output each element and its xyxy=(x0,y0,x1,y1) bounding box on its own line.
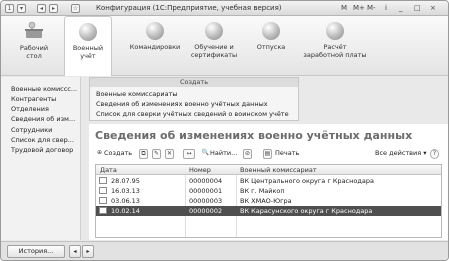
section-icon xyxy=(205,22,223,40)
row-date: 16.03.13 xyxy=(111,187,140,195)
section-label: Обучение и сертификаты xyxy=(190,43,238,59)
table-row-selected[interactable]: 10.02.14 00000002 ВК Карасунского округа… xyxy=(96,206,441,216)
help-button[interactable]: ? xyxy=(430,149,439,159)
section-training[interactable]: Обучение и сертификаты xyxy=(187,16,241,76)
nav-item-contractors[interactable]: Контрагенты xyxy=(11,95,79,103)
create-button[interactable]: Создать xyxy=(104,149,132,157)
main-form: Сведения об изменениях военно учётных да… xyxy=(89,124,448,240)
interval-icon[interactable]: ↔ xyxy=(183,149,195,159)
nav-item-departments[interactable]: Отделения xyxy=(11,105,79,113)
column-header-number[interactable]: Номер xyxy=(189,166,211,174)
desktop-icon xyxy=(23,21,45,41)
nav-item-military-commissariats[interactable]: Военные комиссс... xyxy=(11,85,79,93)
sections-panel: Рабочий стол Военный учёт Командировки О… xyxy=(1,16,448,76)
table-row[interactable]: 28.07.95 00000004 ВК Центрального округа… xyxy=(96,176,441,186)
row-number: 00000001 xyxy=(189,187,223,195)
print-icon: ▤ xyxy=(263,149,272,159)
app-logo-icon[interactable]: 1 xyxy=(5,4,14,13)
section-label: Рабочий стол xyxy=(19,44,49,60)
delete-icon[interactable]: ✕ xyxy=(165,149,174,159)
nav-item-employees[interactable]: Сотрудники xyxy=(11,126,79,134)
row-number: 00000003 xyxy=(189,197,223,205)
row-commissariat: ВК ХМАО-Югра xyxy=(240,197,292,205)
section-trips[interactable]: Командировки xyxy=(127,16,183,76)
section-desktop[interactable]: Рабочий стол xyxy=(9,16,59,76)
print-button[interactable]: Печать xyxy=(275,149,299,157)
maximize-button[interactable]: □ xyxy=(414,4,421,12)
forward-icon[interactable]: ▸ xyxy=(49,4,58,13)
create-item-reconciliation[interactable]: Список для сверки учётных сведений о вои… xyxy=(96,110,289,118)
create-item-commissariats[interactable]: Военные комиссариаты xyxy=(96,90,178,98)
m-plus-button[interactable]: M+ xyxy=(353,4,365,12)
section-military[interactable]: Военный учёт xyxy=(64,16,112,76)
section-icon xyxy=(146,22,164,40)
row-commissariat: ВК Карасунского округа г Краснодара xyxy=(240,207,373,215)
cancel-search-icon[interactable]: ⊘ xyxy=(243,149,252,159)
create-panel-header: Создать xyxy=(90,78,298,87)
row-commissariat: ВК Центрального округа г Краснодара xyxy=(240,177,374,185)
minimize-button[interactable]: _ xyxy=(399,4,403,12)
column-header-date[interactable]: Дата xyxy=(100,166,117,174)
edit-icon[interactable]: ✎ xyxy=(152,149,161,159)
nav-item-labor-contract[interactable]: Трудовой договор xyxy=(11,146,79,154)
section-icon xyxy=(79,23,97,41)
document-icon xyxy=(99,187,107,194)
search-icon: 🔍 xyxy=(201,149,210,156)
all-actions-button[interactable]: Все действия ▾ xyxy=(375,149,426,157)
close-button[interactable]: × xyxy=(430,4,436,12)
favorites-icon[interactable]: ☆ xyxy=(71,4,80,13)
create-item-change-info[interactable]: Сведения об изменениях военно учётных да… xyxy=(96,100,268,108)
info-button[interactable]: i xyxy=(385,4,387,12)
table-row[interactable]: 03.06.13 00000003 ВК ХМАО-Югра xyxy=(96,196,441,206)
create-panel: Создать Военные комиссариаты Сведения об… xyxy=(89,77,299,121)
section-icon xyxy=(326,22,344,40)
row-number: 00000004 xyxy=(189,177,223,185)
section-label: Отпуска xyxy=(256,43,286,51)
create-icon: ⊕ xyxy=(96,149,103,156)
page-title: Сведения об изменениях военно учётных да… xyxy=(95,129,413,142)
history-back-button[interactable]: ◂ xyxy=(69,245,81,258)
nav-item-reconciliation-list[interactable]: Список для свер... xyxy=(11,136,79,144)
title-bar: 1 ▾ ◂ ▸ ☆ Конфигурация (1С:Предприятие, … xyxy=(1,1,448,16)
find-button[interactable]: Найти... xyxy=(210,149,237,157)
section-payroll[interactable]: Расчёт заработной платы xyxy=(299,16,371,76)
section-vacations[interactable]: Отпуска xyxy=(251,16,291,76)
window-title: Конфигурация (1С:Предприятие, учебная ве… xyxy=(96,4,282,12)
history-forward-button[interactable]: ▸ xyxy=(82,245,94,258)
section-icon xyxy=(262,22,280,40)
history-button[interactable]: История... xyxy=(7,245,65,258)
row-commissariat: ВК г. Майкоп xyxy=(240,187,285,195)
row-date: 03.06.13 xyxy=(111,197,140,205)
status-bar: История... ◂ ▸ xyxy=(1,241,448,260)
back-icon[interactable]: ◂ xyxy=(37,4,46,13)
m-button[interactable]: M xyxy=(341,4,347,12)
copy-icon[interactable]: ⧉ xyxy=(139,149,148,159)
row-date: 10.02.14 xyxy=(111,207,140,215)
section-label: Расчёт заработной платы xyxy=(303,43,367,59)
document-icon xyxy=(99,177,107,184)
table-row[interactable]: 16.03.13 00000001 ВК г. Майкоп xyxy=(96,186,441,196)
command-bar: ⊕ Создать ⧉ ✎ ✕ ↔ 🔍 Найти... ⊘ ▤ Печать … xyxy=(95,148,442,161)
m-minus-button[interactable]: M- xyxy=(367,4,376,12)
table-header: Дата Номер Военный комиссариат xyxy=(96,165,441,175)
section-label: Командировки xyxy=(129,43,181,51)
app-window: 1 ▾ ◂ ▸ ☆ Конфигурация (1С:Предприятие, … xyxy=(0,0,449,261)
navigation-panel: Военные комиссс... Контрагенты Отделения… xyxy=(1,77,81,240)
document-icon xyxy=(99,207,107,214)
document-icon xyxy=(99,197,107,204)
nav-item-change-info[interactable]: Сведения об изм... xyxy=(11,115,79,123)
menu-icon[interactable]: ▾ xyxy=(17,4,26,13)
row-number: 00000002 xyxy=(189,207,223,215)
section-label: Военный учёт xyxy=(72,44,104,60)
row-date: 28.07.95 xyxy=(111,177,140,185)
column-header-commissariat[interactable]: Военный комиссариат xyxy=(240,166,317,174)
document-list: Дата Номер Военный комиссариат 28.07.95 … xyxy=(95,164,442,238)
